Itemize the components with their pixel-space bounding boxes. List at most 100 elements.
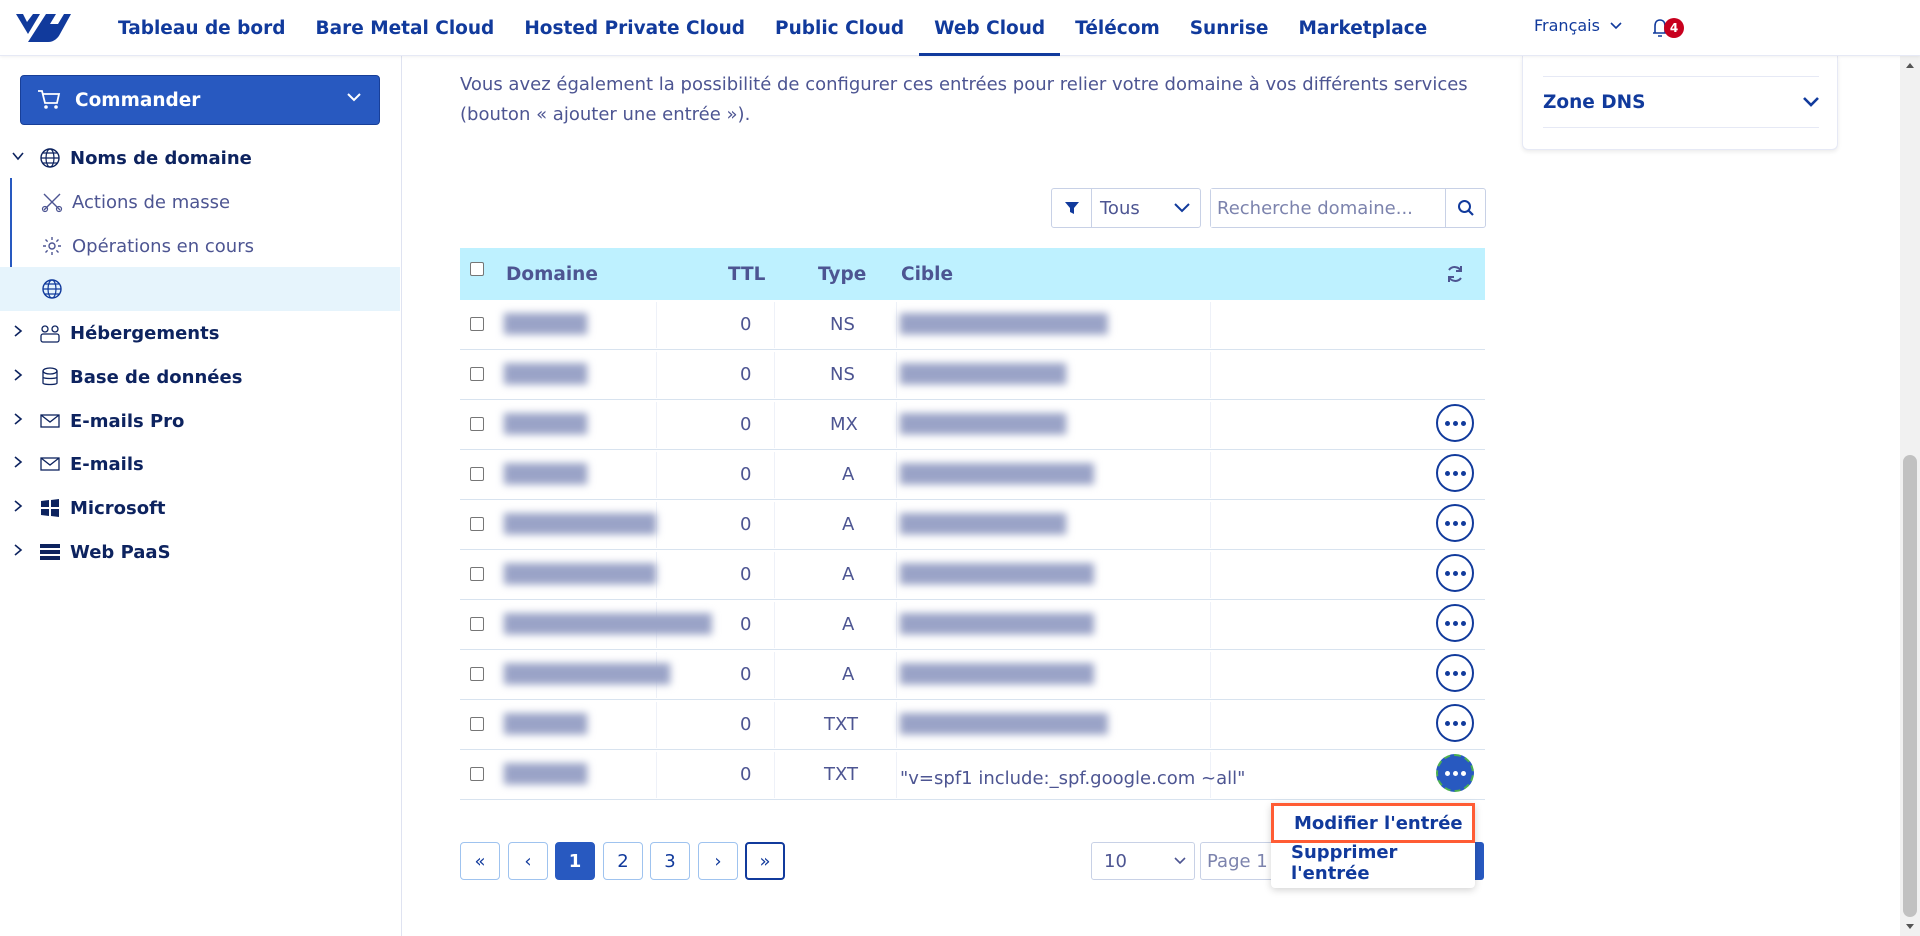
intro-text: Vous avez également la possibilité de co…: [460, 74, 1468, 125]
column-separator: [656, 452, 657, 498]
zone-dns-title[interactable]: Zone DNS: [1543, 92, 1645, 113]
scissors-icon: [41, 193, 63, 213]
cell-ttl: 0: [740, 664, 752, 685]
cell-domain: ███████████████: [504, 614, 712, 635]
nav-web-cloud[interactable]: Web Cloud: [919, 0, 1061, 56]
dot: [1452, 720, 1458, 726]
page-1-button[interactable]: 1: [555, 842, 595, 880]
row-actions-button[interactable]: [1436, 554, 1474, 592]
row-checkbox[interactable]: [470, 567, 484, 581]
sidebar-item-operations-en-cours[interactable]: Opérations en cours: [0, 228, 400, 264]
sidebar-item-microsoft[interactable]: Microsoft: [0, 490, 400, 526]
dot: [1444, 720, 1450, 726]
row-actions-button[interactable]: [1436, 704, 1474, 742]
scrollbar-thumb[interactable]: [1903, 455, 1917, 917]
edit-entry-menu-item[interactable]: Modifier l'entrée: [1271, 803, 1475, 843]
cell-target: ████████████: [900, 414, 1067, 435]
sidebar-item-base-de-donnees[interactable]: Base de données: [0, 359, 400, 395]
sidebar-item-emails-pro[interactable]: E-mails Pro: [0, 403, 400, 439]
row-checkbox[interactable]: [470, 367, 484, 381]
column-target[interactable]: Cible: [901, 264, 953, 285]
chevron-right-icon: [14, 544, 23, 556]
first-page-button[interactable]: «: [460, 842, 500, 880]
select-all-checkbox[interactable]: [470, 262, 484, 276]
row-actions-button[interactable]: [1436, 604, 1474, 642]
filter-dropdown[interactable]: Tous: [1092, 189, 1200, 227]
cell-type: A: [842, 514, 855, 535]
dot: [1452, 670, 1458, 676]
nav-telecom[interactable]: Télécom: [1060, 0, 1175, 56]
column-type[interactable]: Type: [818, 264, 866, 285]
chevron-right-icon: [14, 369, 23, 381]
sidebar-item-selected-domain[interactable]: [0, 267, 400, 311]
nav-marketplace[interactable]: Marketplace: [1283, 0, 1442, 56]
row-checkbox[interactable]: [470, 767, 484, 781]
row-checkbox[interactable]: [470, 667, 484, 681]
nav-public-cloud[interactable]: Public Cloud: [760, 0, 919, 56]
cell-domain: ██████: [504, 464, 588, 485]
row-actions-button[interactable]: [1436, 404, 1474, 442]
sidebar-item-emails[interactable]: E-mails: [0, 446, 400, 482]
scroll-up-icon[interactable]: [1904, 60, 1916, 72]
chevron-down-icon[interactable]: [1803, 96, 1819, 108]
next-page-button[interactable]: ›: [698, 842, 738, 880]
page-3-button[interactable]: 3: [650, 842, 690, 880]
search-button[interactable]: [1445, 189, 1485, 227]
row-checkbox[interactable]: [470, 517, 484, 531]
dot: [1452, 770, 1458, 776]
cell-target: ████████████: [900, 364, 1067, 385]
sidebar-item-label: Actions de masse: [72, 191, 231, 213]
column-separator: [896, 452, 897, 498]
row-actions-button[interactable]: [1436, 754, 1474, 792]
cell-ttl: 0: [740, 464, 752, 485]
cell-type: A: [842, 564, 855, 585]
main-nav: Tableau de bord Bare Metal Cloud Hosted …: [103, 0, 1442, 56]
dot: [1460, 770, 1466, 776]
column-ttl[interactable]: TTL: [728, 264, 765, 285]
row-checkbox[interactable]: [470, 417, 484, 431]
column-domain[interactable]: Domaine: [506, 264, 598, 285]
row-actions-button[interactable]: [1436, 504, 1474, 542]
column-separator: [1210, 652, 1211, 698]
page-size-select[interactable]: 10: [1091, 842, 1195, 880]
dot: [1444, 570, 1450, 576]
language-selector[interactable]: Français: [1534, 16, 1622, 35]
row-actions-button[interactable]: [1436, 454, 1474, 492]
sidebar-item-actions-de-masse[interactable]: Actions de masse: [0, 184, 400, 220]
nav-bare-metal-cloud[interactable]: Bare Metal Cloud: [301, 0, 510, 56]
prev-page-button[interactable]: ‹: [508, 842, 548, 880]
delete-entry-menu-item[interactable]: Supprimer l'entrée: [1271, 842, 1475, 884]
filter-button[interactable]: [1052, 189, 1092, 227]
refresh-icon[interactable]: [1445, 264, 1465, 284]
ovh-logo[interactable]: [14, 10, 72, 46]
cell-target: ██████████████: [900, 664, 1094, 685]
mail-icon: [40, 414, 60, 428]
row-checkbox[interactable]: [470, 617, 484, 631]
cell-type: MX: [830, 414, 858, 435]
sidebar-item-web-paas[interactable]: Web PaaS: [0, 534, 400, 570]
nav-hosted-private-cloud[interactable]: Hosted Private Cloud: [509, 0, 760, 56]
filter-select[interactable]: Tous: [1051, 188, 1201, 228]
nav-tableau-de-bord[interactable]: Tableau de bord: [103, 0, 301, 56]
order-button[interactable]: Commander: [20, 75, 380, 125]
nav-sunrise[interactable]: Sunrise: [1175, 0, 1284, 56]
row-checkbox[interactable]: [470, 317, 484, 331]
cell-target: ███████████████: [900, 714, 1108, 735]
row-actions-button[interactable]: [1436, 654, 1474, 692]
sidebar-item-noms-de-domaine[interactable]: Noms de domaine: [0, 140, 400, 176]
search-input[interactable]: [1211, 189, 1445, 227]
filter-icon: [1064, 202, 1079, 214]
dot: [1444, 420, 1450, 426]
page-2-button[interactable]: 2: [603, 842, 643, 880]
row-checkbox[interactable]: [470, 717, 484, 731]
sidebar-item-hebergements[interactable]: Hébergements: [0, 315, 400, 351]
row-checkbox[interactable]: [470, 467, 484, 481]
language-label: Français: [1534, 16, 1600, 35]
dot: [1460, 470, 1466, 476]
cell-domain: ██████: [504, 764, 588, 785]
scroll-down-icon[interactable]: [1904, 920, 1916, 932]
last-page-button[interactable]: »: [745, 842, 785, 880]
dot: [1452, 520, 1458, 526]
column-separator: [774, 552, 775, 598]
chevron-right-icon: [14, 325, 23, 337]
